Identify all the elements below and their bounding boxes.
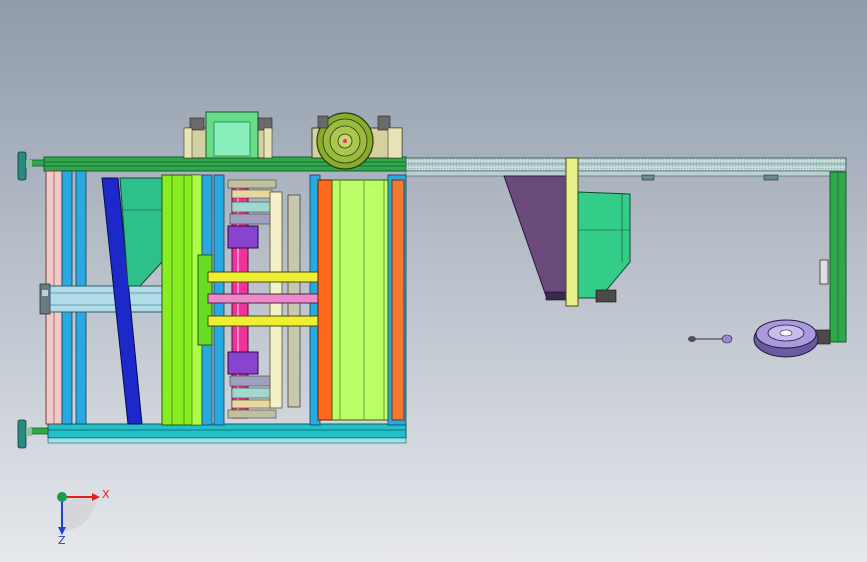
top-collar-stack bbox=[227, 179, 277, 225]
purple-bearing-top bbox=[227, 225, 259, 249]
pink-rod[interactable] bbox=[207, 293, 321, 304]
right-orange-strip bbox=[391, 179, 405, 421]
extension-beam[interactable] bbox=[405, 157, 847, 172]
limit-switch bbox=[819, 259, 829, 285]
yellow-rod-bottom[interactable] bbox=[207, 315, 321, 327]
light-green-panel[interactable] bbox=[331, 179, 389, 421]
left-motor[interactable] bbox=[183, 111, 273, 159]
yellow-rod-top[interactable] bbox=[207, 271, 321, 283]
triad-origin bbox=[57, 492, 67, 502]
disc-pulley[interactable] bbox=[753, 319, 819, 358]
orange-plate[interactable] bbox=[317, 179, 333, 421]
beam-bracket-right bbox=[763, 174, 779, 181]
beam-bracket-left bbox=[641, 174, 655, 181]
bottom-frame-rail[interactable] bbox=[47, 423, 407, 439]
purple-bearing-bottom bbox=[227, 351, 259, 375]
cad-viewport[interactable]: X Z bbox=[0, 0, 867, 562]
left-side-module bbox=[39, 283, 51, 315]
bottom-collar-stack bbox=[227, 375, 277, 419]
z-axis-label: Z bbox=[58, 534, 66, 547]
horizontal-shaft[interactable] bbox=[49, 285, 167, 313]
cad-model-view[interactable]: X Z bbox=[0, 0, 867, 562]
x-axis-label: X bbox=[102, 488, 110, 501]
hopper-hanger bbox=[565, 157, 579, 307]
